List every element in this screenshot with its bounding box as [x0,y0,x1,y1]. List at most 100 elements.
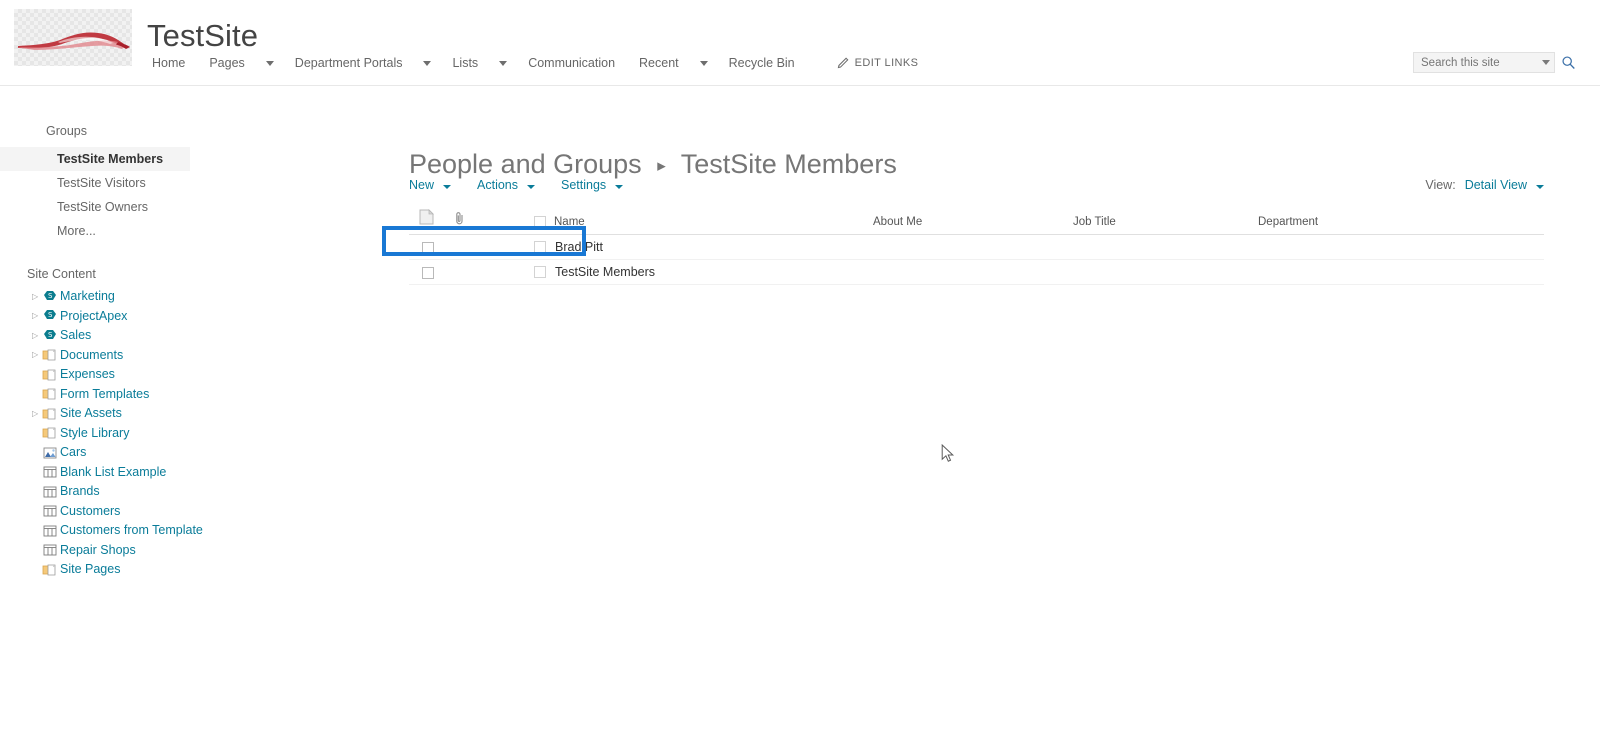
sidebar-item-label: More... [57,224,96,238]
tree-item-blank-list-example[interactable]: ▷ Blank List Example [0,463,345,483]
chevron-down-icon[interactable] [527,184,536,189]
row-name-checkbox[interactable] [534,241,546,253]
svg-text:S: S [48,331,53,339]
tree-item-customers[interactable]: ▷ Customers [0,502,345,522]
site-title[interactable]: TestSite [147,17,258,55]
tree-item-projectapex[interactable]: ▷ S ProjectApex [0,307,345,327]
tree-item-cars[interactable]: ▷ Cars [0,443,345,463]
tree-item-documents[interactable]: ▷ Documents [0,346,345,366]
nav-item-communication[interactable]: Communication [523,52,620,74]
sidebar-item-testsite-members[interactable]: TestSite Members [0,147,190,171]
sharepoint-site-icon: S [42,309,59,323]
sidebar-item-label: TestSite Visitors [57,176,146,190]
edit-links-button[interactable]: EDIT LINKS [836,57,919,70]
tree-item-style-library[interactable]: ▷ Style Library [0,424,345,444]
column-header-attachment[interactable] [447,204,473,235]
nav-item-lists[interactable]: Lists [447,52,509,74]
table-row[interactable]: Brad Pitt [409,234,1544,260]
column-header-name[interactable]: Name [473,204,873,235]
tree-item-label: Expenses [60,367,115,381]
sidebar-item-testsite-visitors[interactable]: TestSite Visitors [0,171,190,195]
column-header-department[interactable]: Department [1258,204,1544,235]
chevron-down-icon[interactable] [423,60,432,66]
chevron-down-icon[interactable] [1542,60,1550,65]
list-icon [42,504,59,518]
view-selector-value[interactable]: Detail View [1465,178,1527,192]
row-name-label[interactable]: Brad Pitt [555,240,603,254]
tree-item-repair-shops[interactable]: ▷ Repair Shops [0,541,345,561]
tree-item-marketing[interactable]: ▷ S Marketing [0,287,345,307]
document-library-icon [42,426,59,440]
settings-menu-button[interactable]: Settings [561,178,624,192]
tree-item-expenses[interactable]: ▷ Expenses [0,365,345,385]
row-checkbox[interactable] [422,266,434,279]
column-header-about-me[interactable]: About Me [873,204,1073,235]
expand-arrow-icon[interactable]: ▷ [32,331,41,340]
tree-item-label: Site Assets [60,406,122,420]
actions-menu-button[interactable]: Actions [477,178,536,192]
document-library-icon [42,368,59,382]
column-header-name-label: Name [554,216,585,228]
select-all-checkbox[interactable] [534,216,546,228]
row-name-cell[interactable]: TestSite Members [473,259,873,285]
document-type-header-icon [419,209,434,225]
nav-item-department-portals[interactable]: Department Portals [290,52,434,74]
actions-menu-label: Actions [477,178,519,192]
expand-arrow-icon[interactable]: ▷ [32,312,41,320]
column-header-select[interactable] [409,204,447,235]
expand-arrow-icon[interactable]: ▷ [32,409,41,418]
sidebar-item-testsite-owners[interactable]: TestSite Owners [0,195,190,219]
chevron-down-icon[interactable] [615,184,624,189]
document-library-icon [42,407,59,421]
main-content: People and Groups ▸ TestSite Members New… [345,118,1600,754]
chevron-down-icon[interactable] [443,184,452,189]
search-box[interactable] [1413,52,1555,73]
chevron-down-icon[interactable] [265,60,274,66]
sidebar-item-label: TestSite Owners [57,200,149,214]
tree-item-sales[interactable]: ▷ S Sales [0,326,345,346]
sidebar-item-more[interactable]: More... [0,219,190,243]
tree-item-form-templates[interactable]: ▷ Form Templates [0,385,345,405]
site-logo[interactable] [14,9,132,66]
row-select-cell[interactable] [409,259,447,285]
row-job-cell [1073,259,1258,285]
nav-item-recent[interactable]: Recent [634,52,710,74]
view-selector: View: Detail View [1425,174,1544,196]
column-header-job-title[interactable]: Job Title [1073,204,1258,235]
sidebar-site-content-title: Site Content [27,267,96,281]
tree-item-customers-from-template[interactable]: ▷ Customers from Template [0,521,345,541]
row-name-checkbox[interactable] [534,266,546,278]
expand-arrow-icon[interactable]: ▷ [32,292,41,301]
expand-arrow-icon[interactable]: ▷ [32,351,41,359]
chevron-down-icon[interactable] [499,60,508,66]
tree-item-site-pages[interactable]: ▷ Site Pages [0,560,345,580]
nav-item-recycle-bin[interactable]: Recycle Bin [724,52,800,74]
tree-item-site-assets[interactable]: ▷ Site Assets [0,404,345,424]
row-select-cell[interactable] [409,234,447,260]
nav-item-home[interactable]: Home [147,52,190,74]
chevron-down-icon[interactable] [699,60,708,66]
tree-item-brands[interactable]: ▷ Brands [0,482,345,502]
view-selector-label: View: [1425,178,1456,192]
tree-item-label: Style Library [60,425,130,440]
search-input[interactable] [1421,56,1533,69]
row-dept-cell [1258,259,1544,285]
table-row[interactable]: TestSite Members [409,259,1544,285]
chevron-down-icon[interactable] [1536,184,1544,189]
paperclip-icon [454,211,465,225]
sharepoint-site-icon: S [42,329,59,343]
pencil-icon [837,57,849,68]
nav-item-pages[interactable]: Pages [204,52,275,74]
row-name-label[interactable]: TestSite Members [555,265,655,279]
row-name-cell[interactable]: Brad Pitt [473,234,873,260]
svg-text:S: S [48,311,53,319]
row-about-cell [873,259,1073,285]
new-menu-button[interactable]: New [409,178,452,192]
tree-item-label: ProjectApex [60,308,128,323]
list-icon [42,524,59,538]
tree-item-label: Marketing [60,289,115,303]
search-icon[interactable] [1558,52,1578,73]
nav-label: Department Portals [294,56,403,70]
row-checkbox[interactable] [422,241,434,254]
svg-text:S: S [48,292,53,300]
